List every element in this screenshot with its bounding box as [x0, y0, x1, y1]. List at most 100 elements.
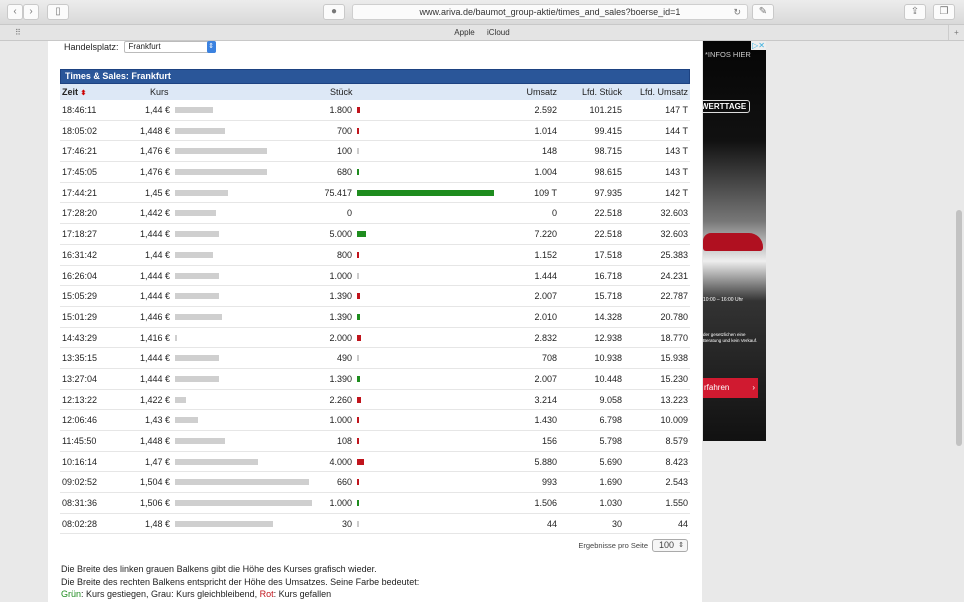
results-per-page-value: 100 — [659, 540, 675, 550]
volume-bar — [357, 458, 365, 465]
cell-umsatz: 148 — [541, 146, 557, 157]
sort-icon[interactable]: ⬍ — [81, 90, 87, 97]
price-bar — [175, 520, 273, 527]
chevron-right-icon: › — [752, 383, 755, 392]
address-bar[interactable]: www.ariva.de/baumot_group-aktie/times_an… — [352, 4, 748, 20]
share-icon[interactable]: ⇪ — [904, 4, 926, 20]
cell-umsatz: 2.592 — [534, 105, 557, 115]
cell-zeit: 13:35:15 — [62, 353, 98, 364]
forward-button[interactable]: › — [23, 4, 39, 20]
cell-umsatz: 5.880 — [534, 456, 557, 467]
cell-lfd-stueck: 1.030 — [599, 498, 622, 509]
table-row: 16:26:04 1,444 € 1.000 1.444 16.718 24.2… — [60, 266, 690, 287]
compose-icon[interactable]: ✎ — [752, 4, 774, 20]
cell-stueck: 680 — [336, 167, 352, 178]
cell-umsatz: 3.214 — [534, 394, 557, 405]
volume-bar — [357, 355, 359, 362]
ad-top-text: *INFOS HIER — [705, 50, 751, 59]
cell-kurs: 1,422 € — [139, 394, 170, 405]
cell-zeit: 16:31:42 — [62, 249, 98, 260]
header-umsatz[interactable]: Umsatz — [526, 84, 557, 100]
cell-zeit: 12:13:22 — [62, 394, 98, 405]
cell-stueck: 4.000 — [329, 456, 352, 467]
cell-umsatz: 708 — [541, 353, 557, 364]
price-bar — [175, 396, 186, 403]
tabs-icon[interactable]: ❐ — [933, 4, 955, 20]
results-per-page-select[interactable]: 100 ⇕ — [652, 539, 688, 552]
table-row: 16:31:42 1,44 € 800 1.152 17.518 25.383 — [60, 245, 690, 266]
cell-umsatz: 1.430 — [534, 415, 557, 426]
results-per-page: Ergebnisse pro Seite 100 ⇕ — [578, 539, 688, 552]
cell-stueck: 1.000 — [329, 270, 352, 281]
cell-lfd-umsatz: 15.938 — [660, 353, 688, 364]
cell-lfd-stueck: 97.935 — [594, 187, 622, 198]
header-kurs[interactable]: Kurs — [150, 84, 169, 100]
cell-lfd-stueck: 16.718 — [594, 270, 622, 281]
volume-bar — [357, 169, 359, 176]
cell-lfd-stueck: 15.718 — [594, 291, 622, 302]
browser-toolbar: ‹ › ▯ ● www.ariva.de/baumot_group-aktie/… — [0, 0, 964, 25]
bookmark-icloud[interactable]: iCloud — [487, 28, 510, 37]
cell-lfd-umsatz: 8.423 — [665, 456, 688, 467]
header-stueck[interactable]: Stück — [330, 84, 353, 100]
volume-bar — [357, 231, 367, 238]
table-row: 13:35:15 1,444 € 490 708 10.938 15.938 — [60, 348, 690, 369]
cell-stueck: 1.390 — [329, 373, 352, 384]
price-bar — [175, 231, 219, 238]
ad-banner[interactable]: *INFOS HIER ▷✕ WERTTAGE 10:00 – 16:00 Uh… — [703, 41, 766, 441]
reload-icon[interactable]: ↻ — [733, 5, 741, 20]
cell-umsatz: 2.832 — [534, 332, 557, 343]
cell-stueck: 1.000 — [329, 498, 352, 509]
cell-zeit: 09:02:52 — [62, 477, 98, 488]
volume-bar — [357, 272, 359, 279]
back-button[interactable]: ‹ — [7, 4, 23, 20]
cell-lfd-stueck: 17.518 — [594, 249, 622, 260]
ad-badge: WERTTAGE — [703, 100, 751, 113]
ad-close-icon[interactable]: ▷✕ — [751, 41, 766, 50]
cell-lfd-stueck: 9.058 — [599, 394, 622, 405]
page-scrollbar[interactable] — [956, 210, 962, 446]
cell-kurs: 1,444 € — [139, 353, 170, 364]
table-row: 17:28:20 1,442 € 0 0 22.518 32.603 — [60, 203, 690, 225]
cell-zeit: 13:27:04 — [62, 373, 98, 384]
cell-kurs: 1,506 € — [139, 498, 170, 509]
table-row: 11:45:50 1,448 € 108 156 5.798 8.579 — [60, 431, 690, 452]
cell-lfd-umsatz: 8.579 — [665, 436, 688, 446]
volume-bar — [357, 375, 360, 382]
table-row: 15:01:29 1,446 € 1.390 2.010 14.328 20.7… — [60, 307, 690, 328]
ad-cta-button[interactable]: rfahren › — [703, 378, 758, 398]
table-row: 08:02:28 1,48 € 30 44 30 44 — [60, 514, 690, 535]
table-title: Times & Sales: Frankfurt — [60, 69, 690, 84]
url-text: www.ariva.de/baumot_group-aktie/times_an… — [419, 7, 681, 17]
header-lfd-umsatz[interactable]: Lfd. Umsatz — [640, 84, 688, 100]
cell-kurs: 1,442 € — [139, 208, 170, 219]
cell-lfd-umsatz: 32.603 — [660, 208, 688, 219]
legend-rot-text: : Kurs gefallen — [273, 589, 332, 599]
adblock-icon[interactable]: ● — [323, 4, 345, 20]
cell-kurs: 1,448 € — [139, 436, 170, 446]
cell-zeit: 17:45:05 — [62, 167, 98, 178]
ad-small-text: der gesetzlichen eine Beratung und kein … — [703, 332, 758, 343]
header-lfd-stueck[interactable]: Lfd. Stück — [582, 84, 622, 100]
bookmark-apple[interactable]: Apple — [454, 28, 474, 37]
times-sales-table: Times & Sales: Frankfurt Zeit ⬍ Kurs Stü… — [60, 69, 690, 535]
cell-kurs: 1,444 € — [139, 373, 170, 384]
price-bar — [175, 107, 213, 113]
price-bar — [175, 375, 219, 382]
cell-lfd-stueck: 5.690 — [599, 456, 622, 467]
cell-kurs: 1,47 € — [144, 456, 170, 467]
handelsplatz: Handelsplatz: Frankfurt ⇕ — [64, 41, 216, 53]
cell-zeit: 16:26:04 — [62, 270, 98, 281]
cell-umsatz: 1.004 — [534, 167, 557, 178]
new-tab-button[interactable]: + — [948, 25, 964, 40]
sidebar-toggle-icon[interactable]: ▯ — [47, 4, 69, 20]
grid-icon[interactable]: ⠿ — [15, 25, 21, 40]
legend-gruen: Grün — [61, 589, 82, 599]
cell-umsatz: 1.014 — [534, 125, 557, 136]
page-content: Handelsplatz: Frankfurt ⇕ Times & Sales: … — [48, 41, 702, 602]
legend-gruen-text: : Kurs gestiegen, Grau: Kurs gleichbleib… — [81, 589, 260, 599]
cell-lfd-umsatz: 147 T — [665, 105, 688, 115]
handelsplatz-select[interactable]: Frankfurt ⇕ — [123, 41, 216, 53]
cell-lfd-umsatz: 44 — [677, 518, 688, 529]
cell-kurs: 1,48 € — [144, 518, 170, 529]
